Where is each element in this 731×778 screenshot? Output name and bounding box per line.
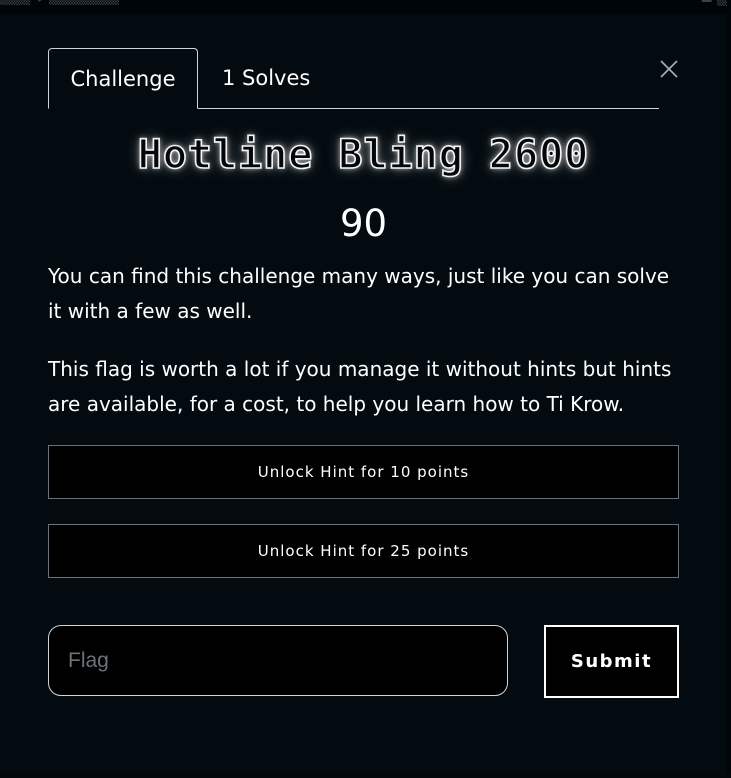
tab-solves-label: 1 Solves (222, 66, 311, 90)
background-page-text: ▒▒▒ ▸ ▒▒▒▒▒▒▒ (0, 0, 119, 6)
challenge-title: Hotline Bling 2600 (137, 131, 590, 179)
challenge-description-paragraph: This flag is worth a lot if you manage i… (48, 357, 672, 416)
flag-input[interactable] (48, 625, 508, 696)
challenge-modal: Challenge 1 Solves Hotline Bling 2600 90… (0, 14, 731, 774)
close-button[interactable] (658, 58, 680, 80)
challenge-points: 90 (339, 202, 388, 245)
unlock-hint-button[interactable]: Unlock Hint for 25 points (48, 524, 679, 578)
challenge-description-paragraph: You can find this challenge many ways, j… (48, 264, 670, 323)
background-window-controls: ▬ ▒ (701, 0, 727, 7)
close-icon (660, 60, 678, 78)
unlock-hint-button[interactable]: Unlock Hint for 10 points (48, 445, 679, 499)
background-page-strip: ▒▒▒ ▸ ▒▒▒▒▒▒▒ ▬ ▒ (0, 0, 731, 14)
tab-solves[interactable]: 1 Solves (222, 48, 310, 107)
submit-button[interactable]: Submit (544, 625, 679, 698)
modal-tabs: Challenge 1 Solves (48, 48, 659, 109)
tab-challenge[interactable]: Challenge (48, 48, 198, 109)
tab-challenge-label: Challenge (70, 67, 176, 91)
